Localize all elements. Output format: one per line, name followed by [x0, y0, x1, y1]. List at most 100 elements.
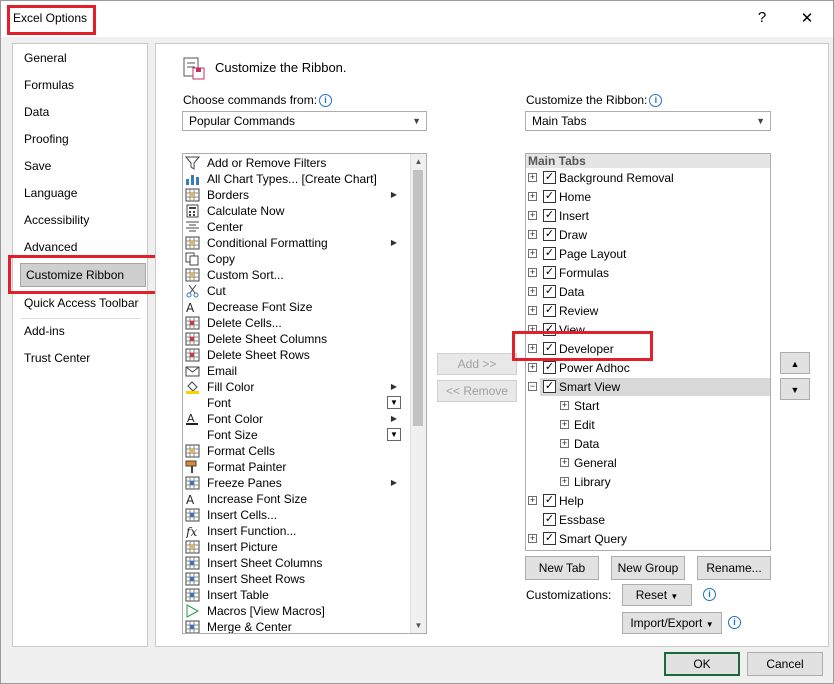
- import-export-button[interactable]: Import/Export ▼: [622, 612, 722, 634]
- remove-button[interactable]: << Remove: [437, 380, 517, 402]
- ok-button[interactable]: OK: [664, 652, 740, 676]
- list-item[interactable]: Merge & Center: [185, 619, 409, 633]
- info-icon[interactable]: i: [649, 94, 663, 107]
- sidebar-item-formulas[interactable]: Formulas: [24, 75, 74, 95]
- list-item[interactable]: Format Cells: [185, 443, 409, 459]
- list-item[interactable]: Add or Remove Filters: [184, 155, 409, 171]
- tree-item[interactable]: + ✓ Insert: [526, 207, 766, 225]
- tree-item[interactable]: + Library: [526, 473, 766, 491]
- tree-item[interactable]: ✓ Essbase: [526, 511, 766, 529]
- expand-icon[interactable]: +: [528, 249, 537, 258]
- list-item[interactable]: Macros [View Macros]: [185, 603, 409, 619]
- list-item[interactable]: Font Size ▼: [185, 427, 409, 443]
- tab-checkbox[interactable]: ✓: [543, 361, 556, 374]
- scroll-up-icon[interactable]: ▲: [411, 154, 426, 169]
- sidebar-item-save[interactable]: Save: [24, 156, 51, 176]
- tree-item[interactable]: + ✓ Smart Query: [526, 530, 766, 548]
- new-group-button[interactable]: New Group: [611, 556, 685, 580]
- list-item[interactable]: All Chart Types... [Create Chart]: [185, 171, 409, 187]
- expand-icon[interactable]: +: [560, 420, 569, 429]
- tree-item[interactable]: + ✓ Background Removal: [526, 169, 766, 187]
- expand-icon[interactable]: +: [528, 268, 537, 277]
- expand-icon[interactable]: +: [560, 439, 569, 448]
- tree-item[interactable]: + ✓ Data: [526, 283, 766, 301]
- list-item[interactable]: Custom Sort...: [185, 267, 409, 283]
- sidebar-item-add-ins[interactable]: Add-ins: [24, 321, 65, 341]
- list-item[interactable]: Insert Picture: [185, 539, 409, 555]
- tree-item[interactable]: + ✓ Review: [526, 302, 766, 320]
- tab-checkbox[interactable]: ✓: [543, 513, 556, 526]
- cancel-button[interactable]: Cancel: [747, 652, 823, 676]
- tab-checkbox[interactable]: ✓: [543, 228, 556, 241]
- tree-item[interactable]: + ✓ Home: [526, 188, 766, 206]
- info-icon[interactable]: i: [728, 616, 741, 629]
- collapse-icon[interactable]: −: [528, 382, 537, 391]
- list-item[interactable]: Borders ▶: [185, 187, 409, 203]
- sidebar-item-trust-center[interactable]: Trust Center: [24, 348, 90, 368]
- tab-checkbox[interactable]: ✓: [543, 380, 556, 393]
- sidebar-item-general[interactable]: General: [24, 48, 67, 68]
- commands-dropdown[interactable]: Popular Commands ▼: [182, 111, 427, 131]
- sidebar-item-accessibility[interactable]: Accessibility: [24, 210, 89, 230]
- expand-icon[interactable]: +: [528, 192, 537, 201]
- expand-icon[interactable]: +: [528, 306, 537, 315]
- expand-icon[interactable]: +: [528, 363, 537, 372]
- scroll-down-icon[interactable]: ▼: [411, 618, 426, 633]
- tree-item[interactable]: +✓Oracle BI EE: [526, 549, 766, 550]
- tab-checkbox[interactable]: ✓: [543, 532, 556, 545]
- tree-item[interactable]: + Edit: [526, 416, 766, 434]
- tab-checkbox[interactable]: ✓: [543, 304, 556, 317]
- tree-item[interactable]: + ✓ Draw: [526, 226, 766, 244]
- expand-icon[interactable]: +: [528, 534, 537, 543]
- list-item[interactable]: Fill Color ▶: [185, 379, 409, 395]
- list-item[interactable]: Copy: [185, 251, 409, 267]
- list-item[interactable]: Insert Sheet Columns: [185, 555, 409, 571]
- list-item[interactable]: Calculate Now: [185, 203, 409, 219]
- tab-checkbox[interactable]: ✓: [543, 190, 556, 203]
- help-button[interactable]: ?: [752, 9, 772, 26]
- list-item[interactable]: Delete Cells...: [185, 315, 409, 331]
- tree-item[interactable]: + ✓ Formulas: [526, 264, 766, 282]
- sidebar-item-data[interactable]: Data: [24, 102, 49, 122]
- list-item[interactable]: Format Painter: [185, 459, 409, 475]
- tab-checkbox[interactable]: ✓: [543, 171, 556, 184]
- ribbon-dropdown[interactable]: Main Tabs ▼: [525, 111, 771, 131]
- tree-item[interactable]: + Data: [526, 435, 766, 453]
- tab-checkbox[interactable]: ✓: [543, 266, 556, 279]
- expand-icon[interactable]: +: [528, 211, 537, 220]
- sidebar-item-proofing[interactable]: Proofing: [24, 129, 69, 149]
- expand-icon[interactable]: +: [528, 173, 537, 182]
- expand-icon[interactable]: +: [528, 496, 537, 505]
- list-item[interactable]: Delete Sheet Rows: [185, 347, 409, 363]
- tab-checkbox[interactable]: ✓: [543, 209, 556, 222]
- tree-item[interactable]: − ✓ Smart View: [528, 378, 770, 396]
- sidebar-item-advanced[interactable]: Advanced: [24, 237, 77, 257]
- new-tab-button[interactable]: New Tab: [525, 556, 599, 580]
- list-item[interactable]: Email: [185, 363, 409, 379]
- tree-item[interactable]: + General: [526, 454, 766, 472]
- list-item[interactable]: A Decrease Font Size: [185, 299, 409, 315]
- list-item[interactable]: fx Insert Function...: [185, 523, 409, 539]
- list-item[interactable]: Freeze Panes ▶: [185, 475, 409, 491]
- tab-checkbox[interactable]: ✓: [543, 247, 556, 260]
- tab-checkbox[interactable]: ✓: [543, 285, 556, 298]
- list-item[interactable]: Insert Sheet Rows: [185, 571, 409, 587]
- list-item[interactable]: Font ▼: [185, 395, 409, 411]
- info-icon[interactable]: i: [319, 94, 333, 107]
- tree-item[interactable]: + ✓ Power Adhoc: [526, 359, 766, 377]
- add-button[interactable]: Add >>: [437, 353, 517, 375]
- list-item[interactable]: Delete Sheet Columns: [185, 331, 409, 347]
- move-up-button[interactable]: ▲: [780, 352, 810, 374]
- reset-button[interactable]: Reset ▼: [622, 584, 692, 606]
- tree-item[interactable]: + ✓ Help: [526, 492, 766, 510]
- expand-icon[interactable]: +: [560, 401, 569, 410]
- move-down-button[interactable]: ▼: [780, 378, 810, 400]
- list-item[interactable]: A Font Color ▶: [185, 411, 409, 427]
- expand-icon[interactable]: +: [560, 458, 569, 467]
- list-item[interactable]: A Increase Font Size: [185, 491, 409, 507]
- tree-item[interactable]: + ✓ Page Layout: [526, 245, 766, 263]
- rename-button[interactable]: Rename...: [697, 556, 771, 580]
- list-item[interactable]: Conditional Formatting ▶: [185, 235, 409, 251]
- list-item[interactable]: Cut: [185, 283, 409, 299]
- commands-list-scrollbar[interactable]: ▲ ▼: [410, 154, 426, 633]
